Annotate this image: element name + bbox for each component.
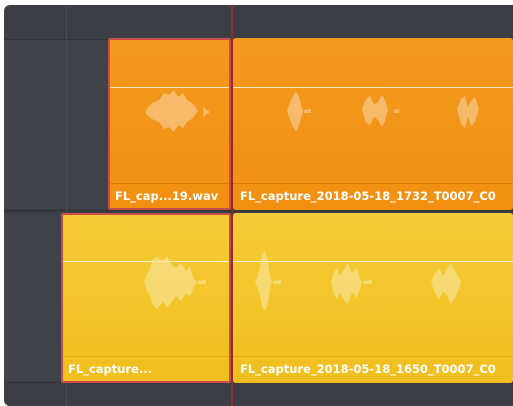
timeline-viewport[interactable]: FL_cap...19.wav FL_capture_2018-05-18_17… xyxy=(4,5,513,406)
audio-clip-selected[interactable]: FL_cap...19.wav xyxy=(108,38,231,210)
clip-label: FL_capture... xyxy=(68,362,153,376)
audio-waveform-icon xyxy=(287,91,479,131)
track-divider xyxy=(4,210,513,211)
clip-label: FL_capture_2018-05-18_1650_T0007_C0 xyxy=(240,362,496,376)
clip-label: FL_cap...19.wav xyxy=(115,189,219,203)
audio-waveform-icon xyxy=(255,251,461,311)
audio-clip-selected[interactable]: FL_capture... xyxy=(61,213,231,383)
audio-waveform-icon xyxy=(146,90,210,132)
audio-clip[interactable]: FL_capture_2018-05-18_1732_T0007_C0 xyxy=(233,38,513,210)
clip-label: FL_capture_2018-05-18_1732_T0007_C0 xyxy=(240,189,496,203)
audio-waveform-icon xyxy=(144,256,206,309)
audio-clip[interactable]: FL_capture_2018-05-18_1650_T0007_C0 xyxy=(233,213,513,383)
playhead[interactable] xyxy=(231,5,233,406)
